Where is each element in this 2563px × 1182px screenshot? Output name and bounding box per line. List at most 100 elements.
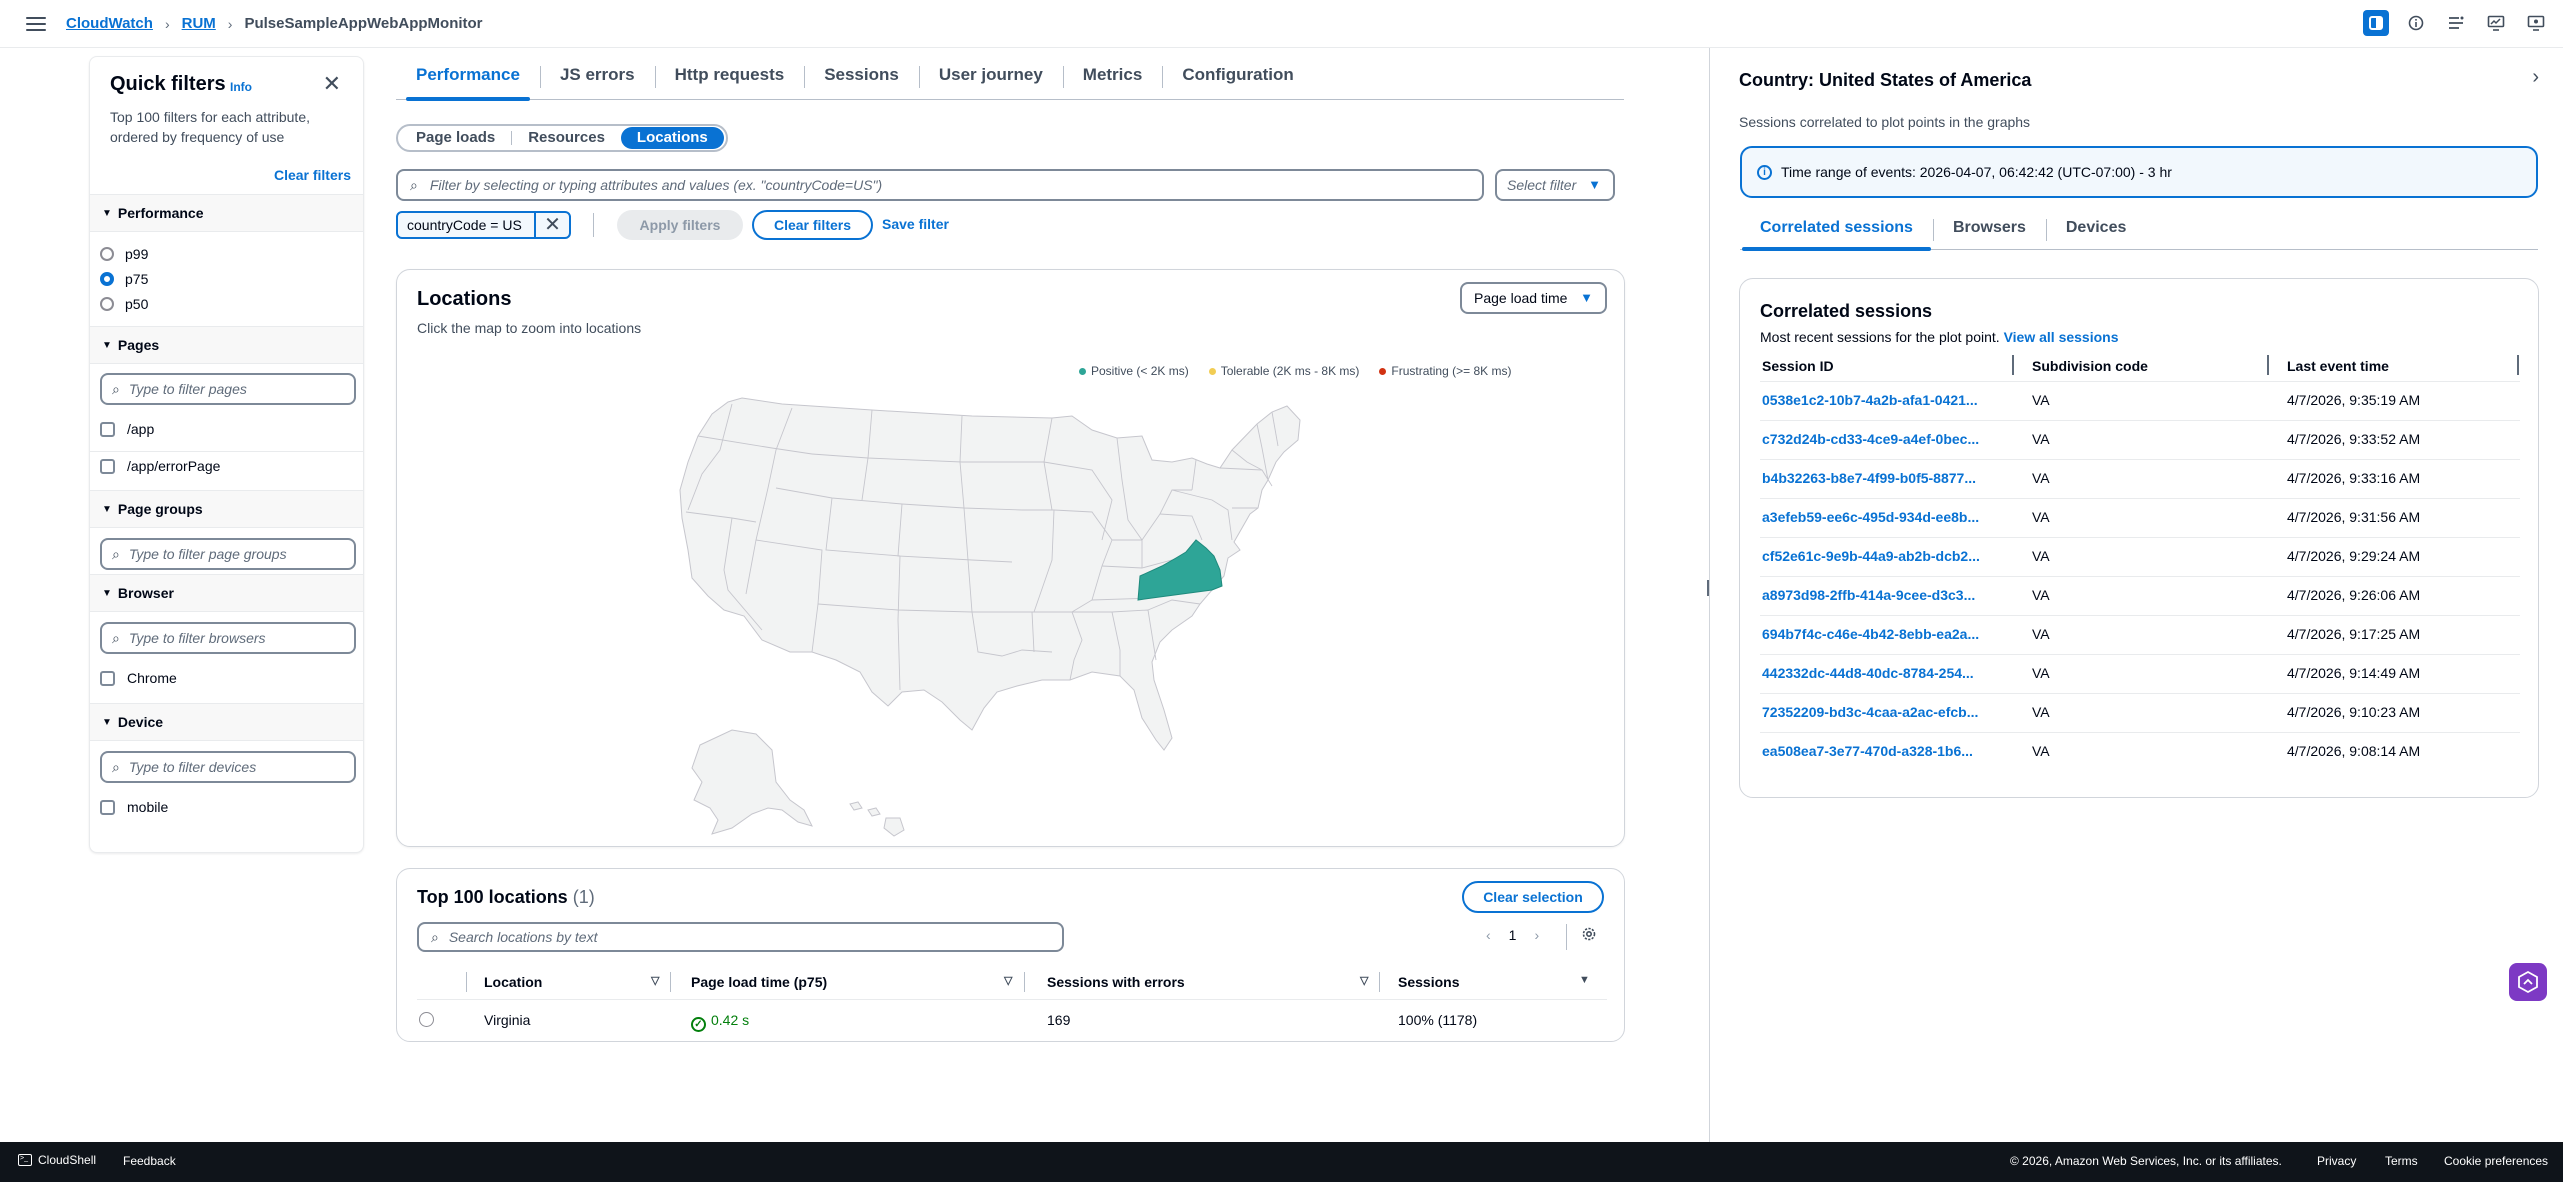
sessions-list-icon[interactable] [2443, 10, 2469, 36]
locations-search-input[interactable]: ⌕ Search locations by text [417, 922, 1064, 952]
clear-selection-button[interactable]: Clear selection [1462, 881, 1604, 913]
section-browser-label: Browser [117, 585, 174, 601]
sort-descending-icon[interactable]: ▼ [1579, 974, 1590, 986]
correlated-sessions-card: Correlated sessions Most recent sessions… [1739, 278, 2539, 798]
close-icon[interactable]: ✕ [323, 73, 341, 95]
tab-performance[interactable]: Performance [396, 60, 540, 101]
us-states-map[interactable] [672, 390, 1352, 840]
checkbox-page-app[interactable]: /app [100, 421, 154, 437]
sort-icon[interactable]: ▽ [651, 974, 659, 987]
select-filter-dropdown[interactable]: Select filter ▼ [1495, 169, 1615, 201]
section-device[interactable]: ▼ Device [90, 703, 363, 741]
view-all-sessions-link[interactable]: View all sessions [2004, 329, 2119, 345]
tab-js-errors[interactable]: JS errors [539, 60, 655, 100]
page-groups-filter-input[interactable]: ⌕ Type to filter page groups [100, 538, 356, 570]
column-separator [1379, 972, 1380, 992]
assistant-help-button[interactable] [2509, 963, 2547, 1001]
apply-filters-button[interactable]: Apply filters [617, 210, 743, 240]
session-id-link[interactable]: 72352209-bd3c-4caa-a2ac-efcb... [1762, 704, 1997, 720]
table-row: c732d24b-cd33-4ce9-a4ef-0bec... VA 4/7/202… [1760, 420, 2520, 459]
section-pages[interactable]: ▼ Pages [90, 326, 363, 364]
quick-filters-info-link[interactable]: Info [230, 80, 252, 94]
section-page-groups[interactable]: ▼ Page groups [90, 490, 363, 528]
tab-configuration[interactable]: Configuration [1162, 60, 1313, 100]
checkbox-browser-chrome[interactable]: Chrome [100, 670, 177, 686]
page-number[interactable]: 1 [1509, 927, 1517, 943]
row-radio[interactable] [419, 1012, 445, 1030]
browser-filter-input[interactable]: ⌕ Type to filter browsers [100, 622, 356, 654]
hamburger-menu-icon[interactable] [26, 16, 46, 31]
breadcrumb-cloudwatch[interactable]: CloudWatch [66, 15, 153, 32]
info-icon[interactable] [2403, 10, 2429, 36]
tab-browsers[interactable]: Browsers [1932, 214, 2046, 250]
sort-icon[interactable]: ▽ [1360, 974, 1368, 987]
segment-resources[interactable]: Resources [512, 127, 621, 149]
tab-user-journey[interactable]: User journey [918, 60, 1063, 100]
device-filter-input[interactable]: ⌕ Type to filter devices [100, 751, 356, 783]
radio-p99[interactable]: p99 [100, 246, 148, 262]
pages-filter-input[interactable]: ⌕ Type to filter pages [100, 373, 356, 405]
session-id-link[interactable]: a8973d98-2ffb-414a-9cee-d3c3... [1762, 587, 1997, 603]
radio-p50[interactable]: p50 [100, 296, 148, 312]
previous-page-icon[interactable]: ‹ [1486, 927, 1491, 943]
column-resize-handle[interactable] [2012, 355, 2014, 375]
column-resize-handle[interactable] [2517, 355, 2519, 375]
split-panel-icon[interactable] [2363, 10, 2389, 36]
drawer-resize-handle[interactable] [1707, 580, 1712, 596]
remove-token-icon[interactable]: ✕ [536, 213, 569, 237]
section-browser[interactable]: ▼ Browser [90, 574, 363, 612]
tab-metrics[interactable]: Metrics [1062, 60, 1163, 100]
subdivision-code: VA [2032, 665, 2050, 681]
monitor-chart-icon[interactable] [2483, 10, 2509, 36]
checkbox-page-errorpage[interactable]: /app/errorPage [100, 458, 220, 474]
breadcrumb-rum[interactable]: RUM [182, 15, 216, 32]
tab-sessions[interactable]: Sessions [804, 60, 919, 100]
tab-http-requests[interactable]: Http requests [654, 60, 805, 100]
filter-token-label[interactable]: countryCode = US [398, 213, 536, 237]
subdivision-code: VA [2032, 548, 2050, 564]
table-row[interactable]: Virginia ✓ 0.42 s 169 100% (1178) [417, 1001, 1607, 1037]
column-header-sessions[interactable]: Sessions [1398, 974, 1459, 990]
time-range-text: Time range of events: 2026-04-07, 06:42:… [1781, 164, 2172, 180]
session-id-link[interactable]: cf52e61c-9e9b-44a9-ab2b-dcb2... [1762, 548, 1997, 564]
session-id-link[interactable]: c732d24b-cd33-4ce9-a4ef-0bec... [1762, 431, 1997, 447]
property-filter-input[interactable]: ⌕ Filter by selecting or typing attribut… [396, 169, 1484, 201]
clear-filters-button[interactable]: Clear filters [752, 210, 873, 240]
column-header-location[interactable]: Location [484, 974, 542, 990]
column-header-subdivision[interactable]: Subdivision code [2032, 358, 2148, 374]
session-id-link[interactable]: 0538e1c2-10b7-4a2b-afa1-0421... [1762, 392, 1997, 408]
last-event-time: 4/7/2026, 9:29:24 AM [2287, 548, 2421, 564]
chevron-right-icon[interactable]: › [2532, 66, 2539, 89]
session-id-link[interactable]: ea508ea7-3e77-470d-a328-1b6... [1762, 743, 1997, 759]
sort-icon[interactable]: ▽ [1004, 974, 1012, 987]
locations-count: (1) [572, 887, 595, 907]
view-segmented-control: Page loads Resources Locations [396, 124, 728, 152]
privacy-link[interactable]: Privacy [2317, 1154, 2356, 1168]
column-header-load-time[interactable]: Page load time (p75) [691, 974, 827, 990]
radio-p75[interactable]: p75 [100, 271, 148, 287]
checkbox-device-mobile[interactable]: mobile [100, 799, 168, 815]
column-resize-handle[interactable] [2267, 355, 2269, 375]
column-header-last-event[interactable]: Last event time [2287, 358, 2389, 374]
settings-panel-icon[interactable] [2523, 10, 2549, 36]
save-filter-link[interactable]: Save filter [882, 216, 949, 232]
feedback-link[interactable]: Feedback [123, 1154, 176, 1168]
segment-page-loads[interactable]: Page loads [400, 127, 511, 149]
session-id-link[interactable]: a3efeb59-ee6c-495d-934d-ee8b... [1762, 509, 1997, 525]
column-header-session-id[interactable]: Session ID [1762, 358, 1834, 374]
segment-locations[interactable]: Locations [620, 127, 724, 149]
column-header-sessions-errors[interactable]: Sessions with errors [1047, 974, 1185, 990]
clear-filters-link[interactable]: Clear filters [274, 167, 351, 183]
cookie-preferences-link[interactable]: Cookie preferences [2444, 1154, 2548, 1168]
session-id-link[interactable]: 694b7f4c-c46e-4b42-8ebb-ea2a... [1762, 626, 1997, 642]
session-id-link[interactable]: 442332dc-44d8-40dc-8784-254... [1762, 665, 1997, 681]
gear-icon[interactable] [1581, 926, 1597, 945]
tab-devices[interactable]: Devices [2045, 214, 2147, 250]
section-performance[interactable]: ▼ Performance [90, 194, 363, 232]
terms-link[interactable]: Terms [2385, 1154, 2418, 1168]
session-id-link[interactable]: b4b32263-b8e7-4f99-b0f5-8877... [1762, 470, 1997, 486]
metric-select[interactable]: Page load time ▼ [1460, 282, 1607, 314]
tab-correlated-sessions[interactable]: Correlated sessions [1740, 214, 1933, 251]
cloudshell-button[interactable]: >_ CloudShell [18, 1153, 96, 1167]
next-page-icon[interactable]: › [1534, 927, 1539, 943]
